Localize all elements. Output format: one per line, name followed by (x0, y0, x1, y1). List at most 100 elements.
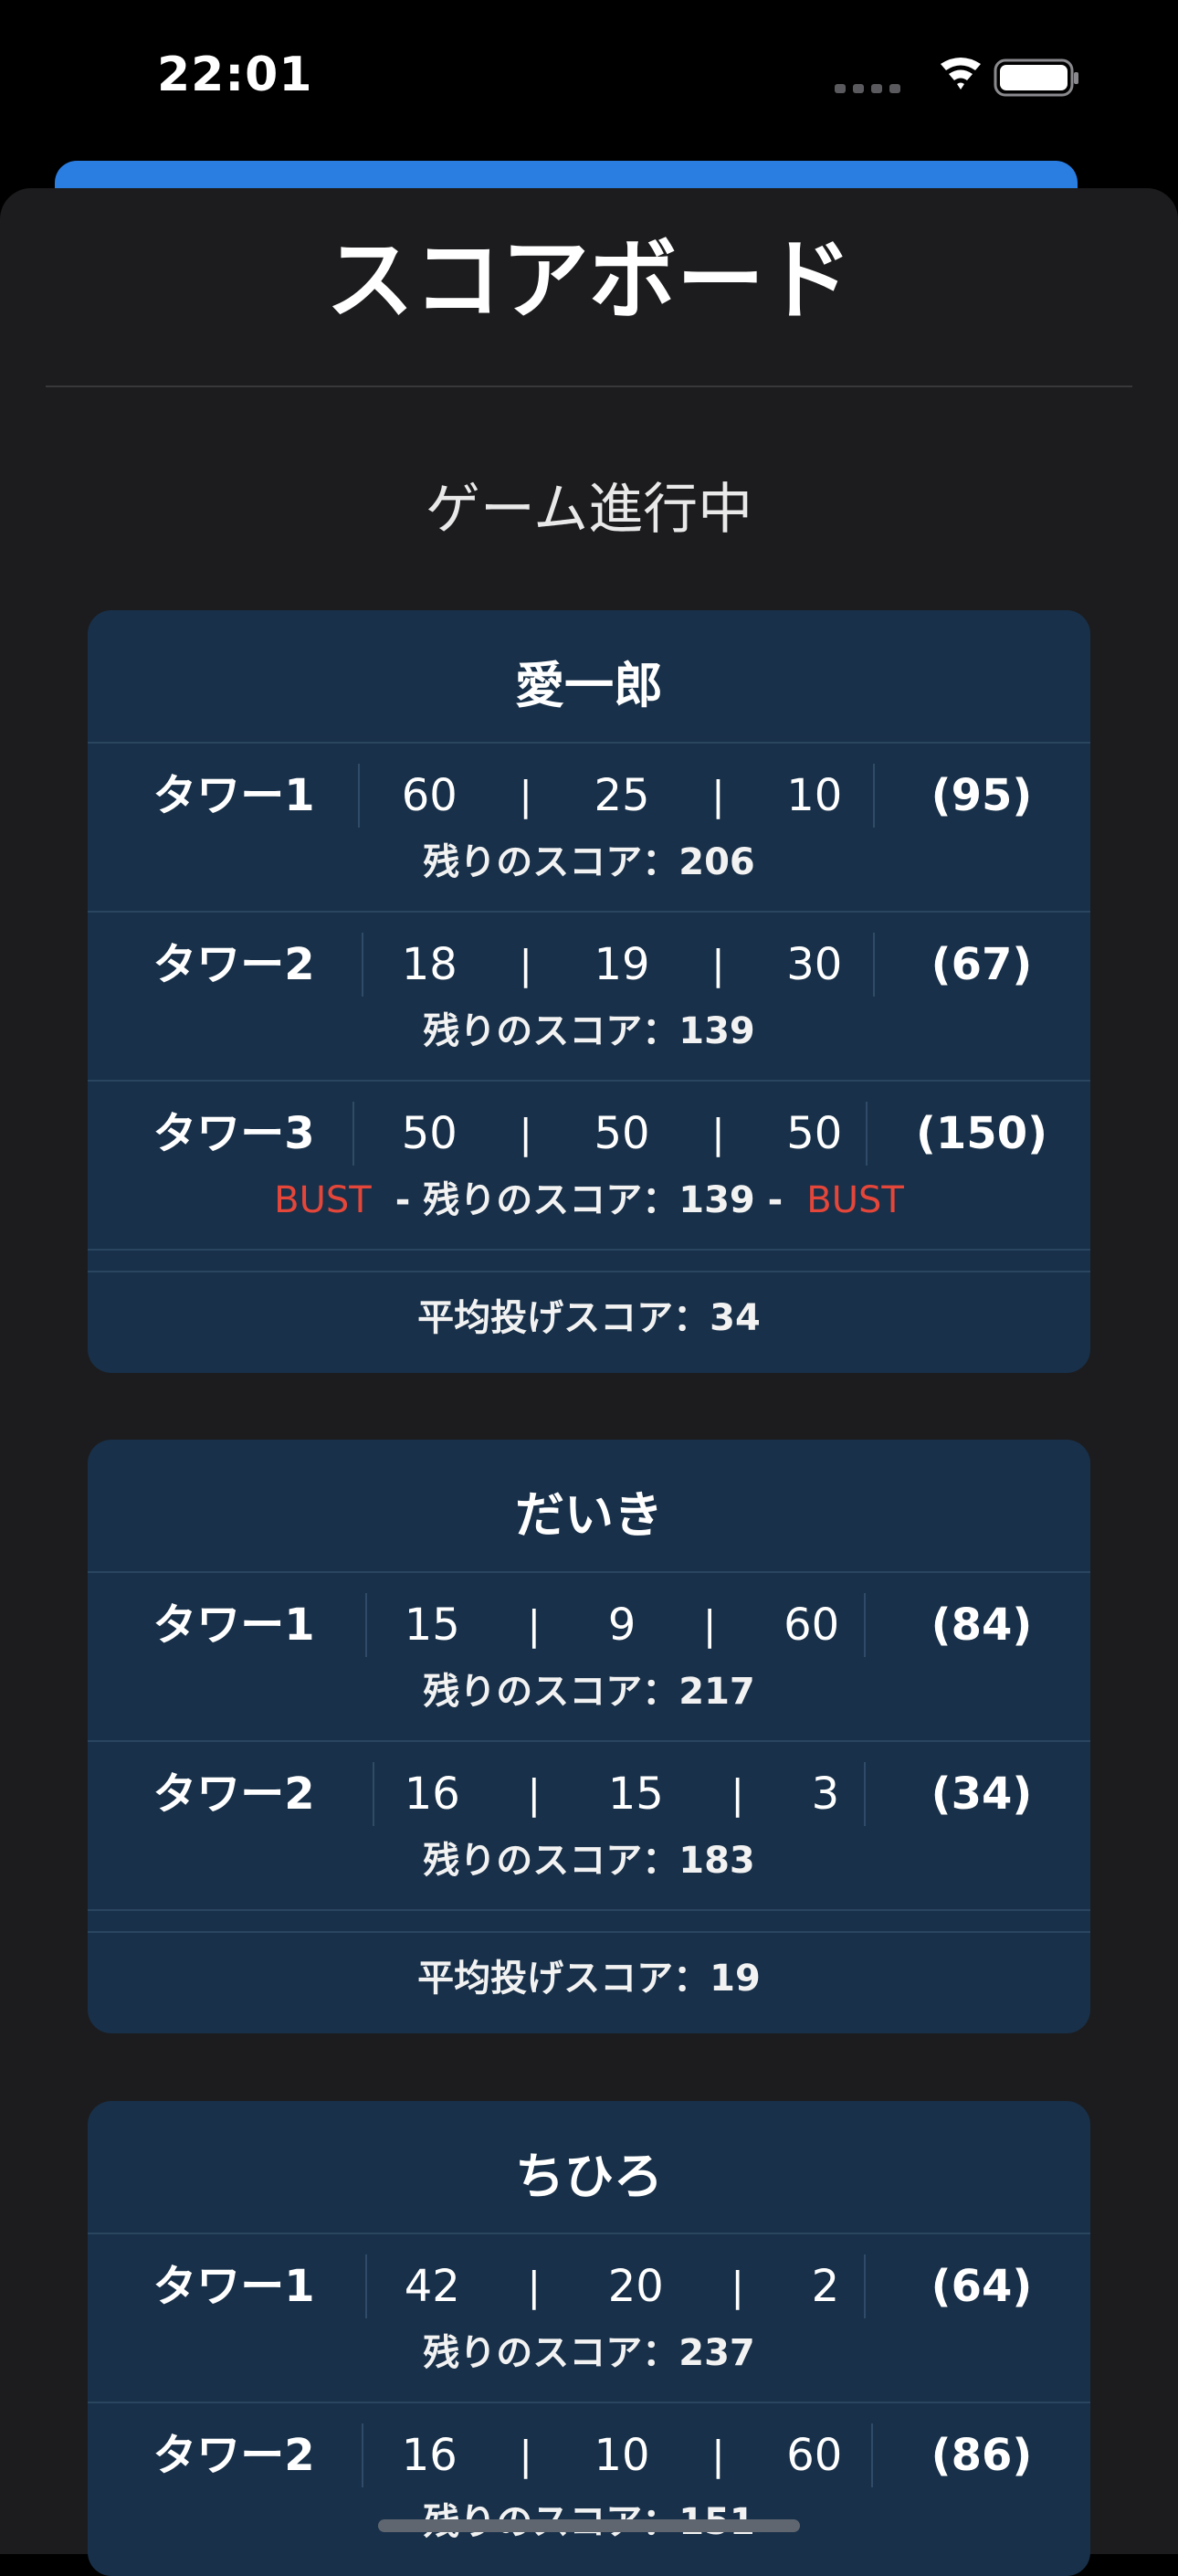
throw-scores: 16 | 10 | 60 (371, 2423, 873, 2487)
cellular-signal-icon (835, 84, 900, 93)
throw-scores: 60 | 25 | 10 (371, 764, 873, 828)
throw-separator: | (527, 1770, 542, 1818)
tower-total: (86) (931, 2430, 1033, 2481)
tower-total: (67) (931, 939, 1033, 990)
bust-label: BUST (806, 1179, 904, 1221)
throw-separator: | (702, 1601, 717, 1649)
tower-total: (95) (931, 770, 1033, 821)
throw-score: 60 (401, 770, 458, 821)
remaining-score: 残りのスコア：206 (423, 841, 755, 883)
column-divider (365, 2254, 367, 2318)
column-divider (358, 764, 360, 828)
throw-score: 16 (401, 2430, 458, 2481)
column-divider (365, 1593, 367, 1657)
tower-total: (150) (915, 1108, 1048, 1159)
section-spacer (88, 1911, 1090, 1933)
player-name: 愛一郎 (88, 610, 1090, 744)
throw-scores: 42 | 20 | 2 (371, 2254, 873, 2318)
average-throw-score: 平均投げスコア：19 (417, 1958, 761, 2000)
throw-score: 19 (594, 939, 650, 990)
player-card: 愛一郎 タワー1 60 | 25 | 10 (95) 残りのスコア：206 タワ… (88, 610, 1090, 1373)
throw-separator: | (731, 1770, 745, 1818)
throw-score: 50 (786, 1108, 843, 1159)
tower-row: タワー1 15 | 9 | 60 (84) 残りのスコア：217 (88, 1573, 1090, 1742)
column-divider (864, 1762, 866, 1826)
column-divider (362, 933, 363, 997)
tower-label: タワー1 (153, 2261, 315, 2312)
throw-separator: | (731, 2263, 745, 2310)
tower-row: タワー3 50 | 50 | 50 (150) BUST - 残りのスコア：139… (88, 1082, 1090, 1251)
battery-icon (994, 58, 1078, 97)
tower-label: タワー3 (153, 1108, 315, 1159)
throw-separator: | (519, 1110, 533, 1157)
tower-row: タワー1 42 | 20 | 2 (64) 残りのスコア：237 (88, 2234, 1090, 2403)
throw-score: 18 (401, 939, 458, 990)
tower-label: タワー2 (153, 1768, 315, 1820)
remaining-score: 残りのスコア：183 (423, 1840, 755, 1882)
section-spacer (88, 1251, 1090, 1272)
column-divider (352, 1102, 354, 1166)
column-divider (866, 1102, 868, 1166)
throw-score: 3 (811, 1768, 840, 1820)
tower-label: タワー1 (153, 1599, 315, 1651)
throw-score: 10 (786, 770, 843, 821)
throw-separator: | (527, 2263, 542, 2310)
throw-scores: 15 | 9 | 60 (371, 1593, 873, 1657)
throw-score: 10 (594, 2430, 650, 2481)
throw-score: 60 (786, 2430, 843, 2481)
throw-score: 15 (607, 1768, 664, 1820)
player-card: ちひろ タワー1 42 | 20 | 2 (64) 残りのスコア：237 タワー… (88, 2101, 1090, 2576)
throw-separator: | (710, 1110, 725, 1157)
average-throw-score: 平均投げスコア：34 (417, 1297, 761, 1339)
tower-total: (84) (931, 1599, 1033, 1651)
throw-score: 60 (784, 1599, 840, 1651)
column-divider (362, 2423, 363, 2487)
tower-total: (64) (931, 2261, 1033, 2312)
tower-row: タワー2 16 | 15 | 3 (34) 残りのスコア：183 (88, 1742, 1090, 1911)
player-card: だいき タワー1 15 | 9 | 60 (84) 残りのスコア：217 タワー… (88, 1440, 1090, 2033)
throw-score: 20 (607, 2261, 664, 2312)
player-name: だいき (88, 1440, 1090, 1573)
player-name: ちひろ (88, 2101, 1090, 2234)
remaining-score: 残りのスコア：217 (423, 1671, 755, 1713)
game-status: ゲーム進行中 (425, 478, 753, 542)
home-indicator[interactable] (378, 2519, 800, 2532)
column-divider (864, 2254, 866, 2318)
remaining-score: 残りのスコア：139 (423, 1010, 755, 1052)
tower-row: タワー2 16 | 10 | 60 (86) 残りのスコア：151 (88, 2403, 1090, 2571)
column-divider (864, 1593, 866, 1657)
bust-label: BUST (274, 1179, 372, 1221)
status-icons (835, 58, 1078, 97)
throw-separator: | (519, 2432, 533, 2479)
throw-separator: | (519, 941, 533, 988)
remaining-score: 残りのスコア：237 (423, 2332, 755, 2374)
status-time: 22:01 (157, 48, 313, 102)
tower-total: (34) (931, 1768, 1033, 1820)
throw-separator: | (519, 772, 533, 819)
throw-scores: 18 | 19 | 30 (371, 933, 873, 997)
throw-score: 9 (607, 1599, 636, 1651)
throw-score: 42 (404, 2261, 460, 2312)
tower-label: タワー1 (153, 770, 315, 821)
tower-row: タワー1 60 | 25 | 10 (95) 残りのスコア：206 (88, 744, 1090, 913)
wifi-icon (941, 58, 981, 90)
throw-scores: 16 | 15 | 3 (371, 1762, 873, 1826)
sheet-title: スコアボード (326, 229, 852, 332)
remaining-score: BUST - 残りのスコア：139 - BUST (88, 1173, 1090, 1228)
throw-score: 25 (594, 770, 650, 821)
scoreboard-sheet[interactable]: スコアボード ゲーム進行中 愛一郎 タワー1 60 | 25 | 10 (95)… (0, 188, 1178, 2576)
throw-score: 50 (401, 1108, 458, 1159)
throw-separator: | (527, 1601, 542, 1649)
remaining-score-text: - 残りのスコア：139 - (394, 1179, 784, 1221)
tower-label: タワー2 (153, 2430, 315, 2481)
throw-score: 50 (594, 1108, 650, 1159)
tower-row: タワー2 18 | 19 | 30 (67) 残りのスコア：139 (88, 913, 1090, 1082)
throw-score: 30 (786, 939, 843, 990)
throw-scores: 50 | 50 | 50 (371, 1102, 873, 1166)
throw-score: 16 (404, 1768, 460, 1820)
throw-separator: | (710, 2432, 725, 2479)
status-bar: 22:01 (0, 0, 1178, 164)
throw-score: 2 (811, 2261, 840, 2312)
throw-separator: | (710, 772, 725, 819)
throw-separator: | (710, 941, 725, 988)
